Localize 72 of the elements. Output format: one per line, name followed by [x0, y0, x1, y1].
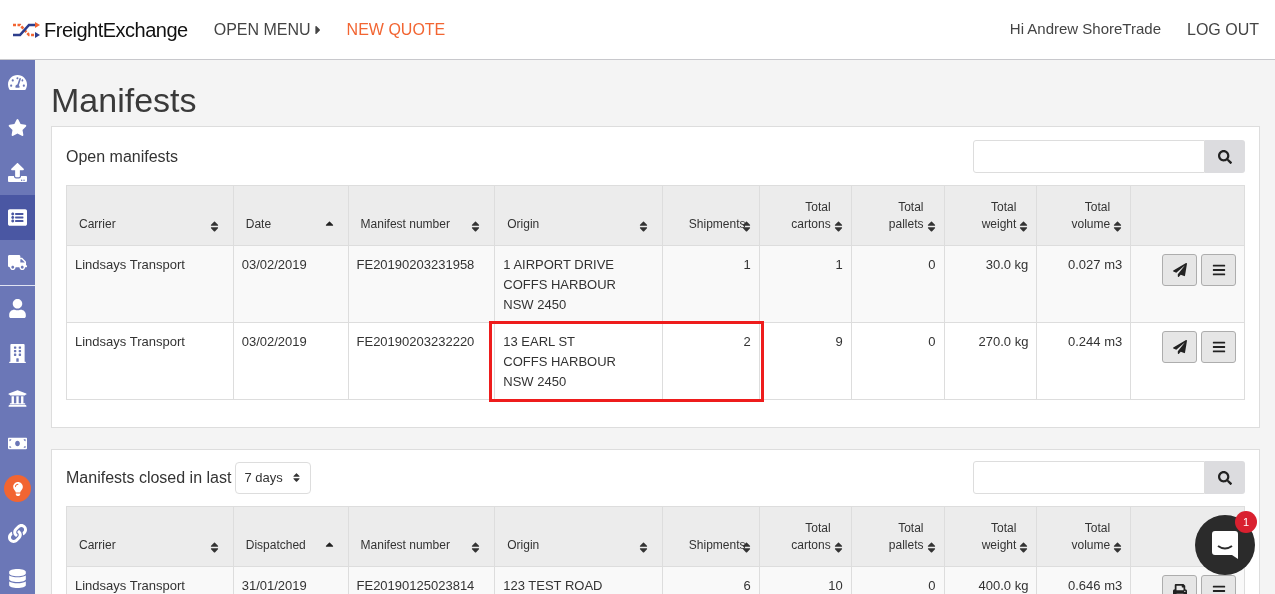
chat-bubble-icon	[1211, 530, 1239, 560]
brand-name: FreightExchange	[44, 17, 188, 43]
table-cell: 2	[743, 334, 751, 349]
search-field[interactable]	[973, 461, 1205, 494]
address-line: NSW 2450	[503, 373, 568, 391]
table-cell: FE20190125023814	[356, 578, 475, 593]
user-greeting: Hi Andrew ShoreTrade	[1009, 19, 1161, 40]
sidebar-item[interactable]	[0, 195, 35, 240]
table-cell: 1	[743, 257, 751, 272]
upload-icon	[8, 163, 27, 182]
table-cell: 31/01/2019	[241, 578, 307, 593]
logout-link[interactable]: LOG OUT	[1187, 17, 1259, 42]
menu-icon	[1211, 340, 1226, 354]
table-cell: 30.0 kg	[985, 257, 1029, 272]
address-line: 123 TEST ROAD	[503, 577, 604, 594]
user-icon	[8, 299, 27, 318]
table-cell: Lindsays Transport	[75, 257, 185, 272]
search-button[interactable]	[1205, 140, 1245, 173]
table-cell: 6	[743, 578, 751, 593]
list-icon	[8, 208, 27, 227]
sort-icon[interactable]	[637, 220, 650, 233]
database-icon	[8, 569, 27, 588]
panel-title: Manifests closed in last	[66, 467, 232, 488]
address-line: 1 AIRPORT DRIVE	[503, 256, 616, 274]
gauge-icon	[8, 73, 27, 92]
page-title: Manifests	[51, 80, 198, 120]
table-cell: Lindsays Transport	[75, 578, 185, 593]
table-cell: 9	[835, 334, 843, 349]
open-menu-button[interactable]: OPEN MENU	[213, 17, 325, 42]
table-cell: 03/02/2019	[241, 334, 307, 349]
menu-icon	[1211, 263, 1226, 277]
paper-plane-icon	[1172, 263, 1187, 277]
link-icon	[8, 524, 27, 543]
table-cell: 10	[828, 578, 843, 593]
paper-plane-icon	[1172, 340, 1187, 354]
table-cell: FE20190203231958	[356, 257, 475, 272]
send-button[interactable]	[1162, 331, 1197, 363]
menu-button[interactable]	[1201, 331, 1236, 363]
menu-button[interactable]	[1201, 254, 1236, 286]
table-cell: Lindsays Transport	[75, 334, 185, 349]
table-cell: 1	[835, 257, 843, 272]
printer-icon	[1172, 584, 1187, 594]
star-icon	[8, 118, 27, 137]
sort-icon[interactable]	[637, 541, 650, 554]
table-cell: 0	[928, 334, 936, 349]
lightbulb-icon	[4, 475, 31, 502]
menu-icon	[1211, 584, 1226, 594]
period-select[interactable]: 7 days	[235, 461, 311, 494]
search-button[interactable]	[1205, 461, 1245, 494]
table-cell: FE20190203232220	[356, 334, 475, 349]
table-cell: 0.244 m3	[1068, 334, 1123, 349]
search-icon	[1218, 470, 1232, 485]
search-icon	[1218, 149, 1232, 164]
table-cell: 0	[928, 578, 936, 593]
truck-icon	[8, 253, 27, 272]
select-arrows-icon	[290, 472, 302, 483]
address-line: COFFS HARBOUR	[503, 353, 617, 371]
table-cell: 0.646 m3	[1068, 578, 1123, 593]
bank-icon	[8, 389, 27, 408]
table-cell: 400.0 kg	[978, 578, 1029, 593]
send-button[interactable]	[1162, 254, 1197, 286]
address-line: NSW 2450	[503, 296, 568, 314]
panel-title: Open manifests	[66, 146, 179, 167]
table-cell: 270.0 kg	[978, 334, 1029, 349]
address-line: COFFS HARBOUR	[503, 276, 617, 294]
address-line: 13 EARL ST	[503, 333, 577, 351]
table-cell: 03/02/2019	[241, 257, 307, 272]
search-field[interactable]	[973, 140, 1205, 173]
table-cell: 0.027 m3	[1068, 257, 1123, 272]
logo-icon	[12, 21, 42, 38]
building-icon	[8, 344, 27, 363]
table-cell: 0	[928, 257, 936, 272]
